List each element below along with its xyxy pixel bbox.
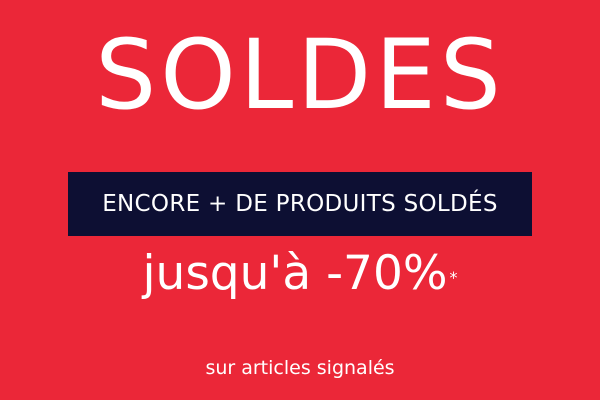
banner-subtitle: ENCORE + DE PRODUITS SOLDÉS — [102, 191, 498, 217]
sale-banner[interactable]: SOLDES ENCORE + DE PRODUITS SOLDÉS jusqu… — [0, 0, 600, 400]
subtitle-box: ENCORE + DE PRODUITS SOLDÉS — [68, 172, 532, 236]
banner-title: SOLDES — [95, 19, 505, 131]
discount-text: jusqu'à -70% — [142, 246, 448, 301]
footnote-text: sur articles signalés — [205, 357, 395, 379]
asterisk-mark: * — [449, 268, 458, 287]
discount-line: jusqu'à -70% * — [0, 240, 600, 308]
